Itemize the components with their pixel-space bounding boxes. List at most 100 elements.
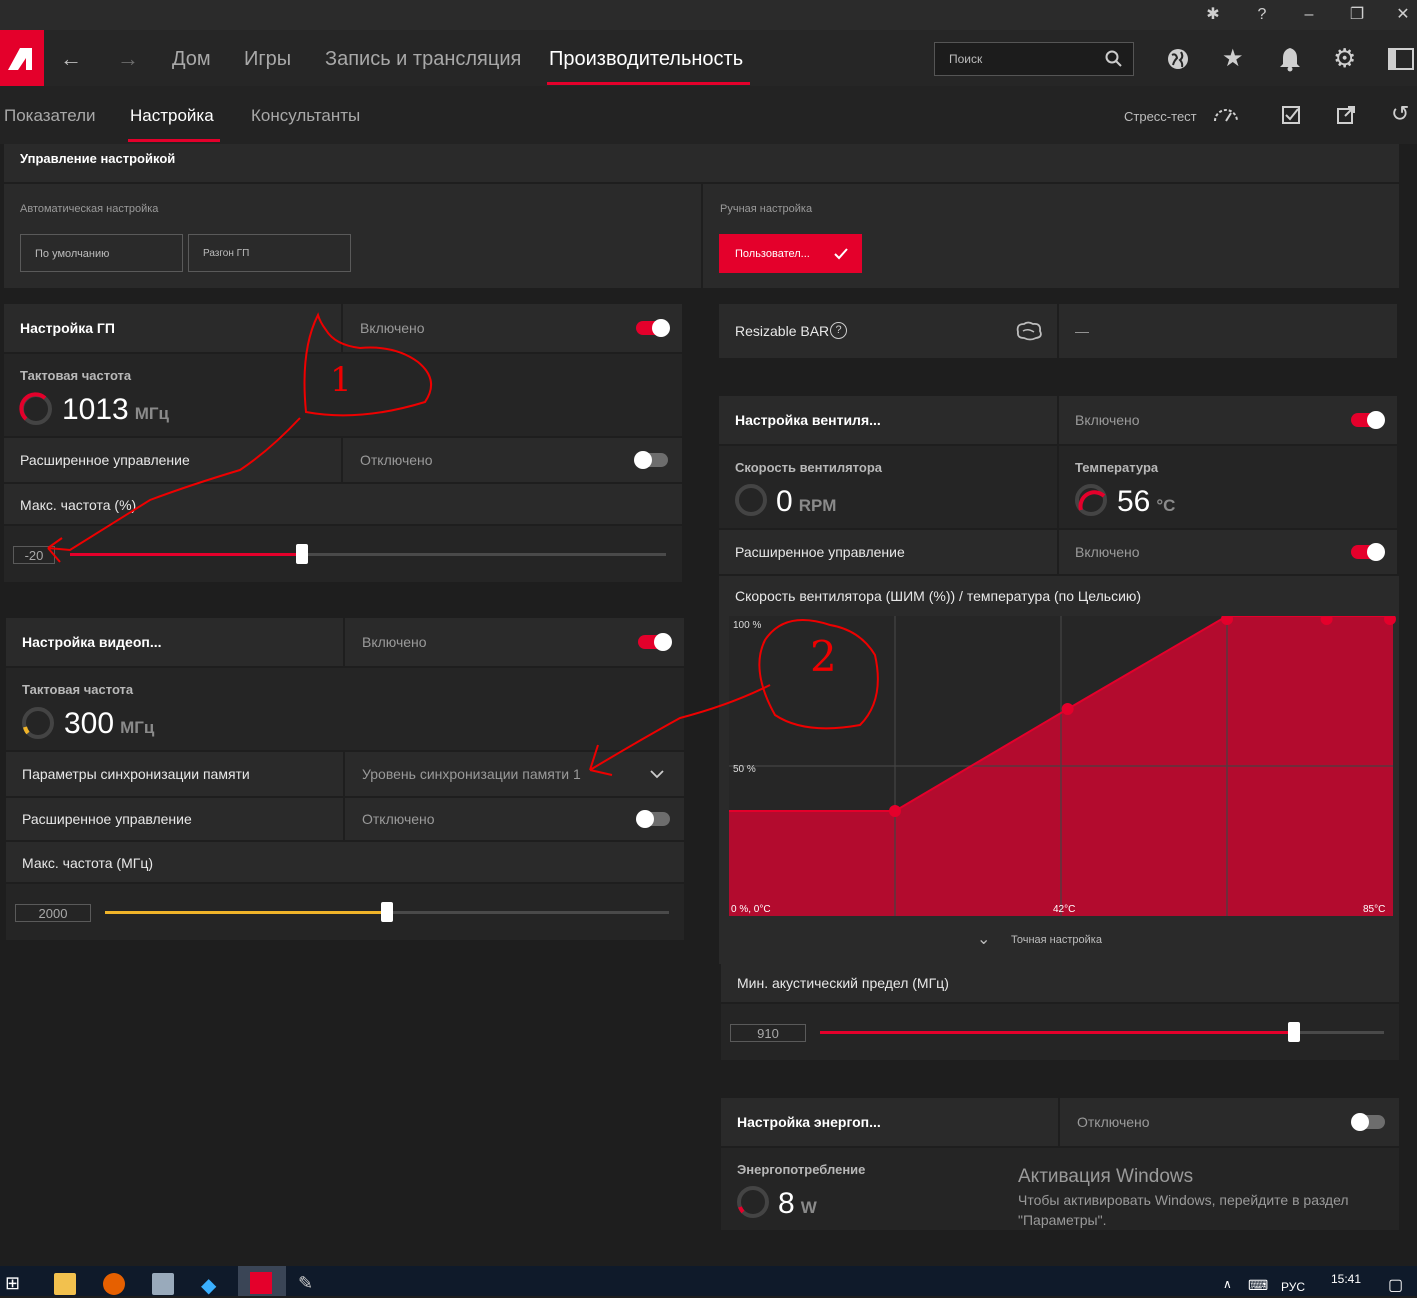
nav-record-stream[interactable]: Запись и трансляция	[325, 48, 521, 71]
star-icon[interactable]: ★	[1222, 44, 1244, 73]
nav-games[interactable]: Игры	[244, 48, 291, 71]
bug-report-icon[interactable]: ✱	[1202, 4, 1224, 26]
gpu-tuning-status: Включено	[360, 320, 425, 336]
amd-logo[interactable]	[0, 30, 44, 86]
gpu-max-freq-thumb[interactable]	[296, 544, 309, 564]
gpu-max-freq-fill	[70, 553, 303, 556]
minimize-icon[interactable]: –	[1298, 4, 1320, 26]
acoustic-limit-thumb[interactable]	[1287, 1022, 1300, 1042]
tuning-control-title: Управление настройкой	[20, 151, 176, 166]
power-value-row: 8W	[778, 1187, 817, 1221]
temperature-panel	[1059, 446, 1397, 528]
language-indicator[interactable]: РУС	[1281, 1280, 1305, 1294]
vram-advanced-label: Расширенное управление	[22, 811, 192, 827]
power-tuning-toggle[interactable]	[1351, 1113, 1385, 1131]
paint-icon[interactable]: ✎	[298, 1273, 320, 1295]
vram-max-freq-track[interactable]	[105, 902, 669, 922]
power-unit: W	[800, 1198, 817, 1217]
gpu-clock-value-row: 1013 МГц	[62, 393, 169, 427]
fan-speed-value: 0	[776, 485, 793, 518]
gpu-max-freq-label: Макс. частота (%)	[20, 497, 137, 513]
app-icon[interactable]	[152, 1273, 174, 1295]
gauge-icon[interactable]	[1212, 105, 1240, 123]
sidebar-toggle-icon[interactable]	[1388, 48, 1414, 70]
gpu-advanced-toggle[interactable]	[634, 451, 668, 469]
acoustic-limit-value[interactable]: 910	[730, 1024, 806, 1042]
auto-tuning-label: Автоматическая настройка	[20, 203, 159, 215]
temperature-value: 56	[1117, 485, 1151, 518]
brain-icon	[1016, 321, 1042, 341]
reset-icon[interactable]: ↺	[1391, 101, 1409, 127]
export-icon[interactable]	[1336, 105, 1356, 125]
chevron-down-icon[interactable]	[650, 769, 664, 779]
acoustic-limit-track[interactable]	[820, 1022, 1384, 1042]
fan-advanced-label: Расширенное управление	[735, 544, 905, 560]
file-explorer-icon[interactable]	[54, 1273, 76, 1295]
diamond-icon[interactable]: ◆	[201, 1273, 223, 1297]
notification-icon[interactable]: ▢	[1388, 1275, 1403, 1295]
firefox-icon[interactable]	[103, 1273, 125, 1295]
gpu-max-freq-track[interactable]	[70, 544, 666, 564]
default-button[interactable]: По умолчанию	[20, 234, 183, 272]
restore-icon[interactable]: ❐	[1346, 4, 1368, 26]
manual-tuning-label: Ручная настройка	[720, 203, 813, 215]
fine-tune-label[interactable]: Точная настройка	[1011, 934, 1102, 946]
gpu-advanced-label: Расширенное управление	[20, 452, 190, 468]
acoustic-limit-fill	[820, 1031, 1294, 1034]
tab-tuning[interactable]: Настройка	[130, 106, 214, 126]
forward-arrow-icon[interactable]: →	[117, 46, 139, 72]
windows-start-icon[interactable]: ⊞	[5, 1273, 27, 1295]
custom-button[interactable]: Пользовател...	[719, 234, 862, 273]
back-arrow-icon[interactable]: ←	[60, 46, 82, 72]
vram-tuning-toggle[interactable]	[638, 633, 672, 651]
fan-speed-panel	[719, 446, 1057, 528]
amd-taskbar-active[interactable]	[238, 1266, 286, 1296]
globe-icon[interactable]	[1166, 47, 1190, 71]
vram-advanced-toggle[interactable]	[636, 810, 670, 828]
gpu-tuning-toggle[interactable]	[636, 319, 670, 337]
vram-max-freq-value[interactable]: 2000	[15, 904, 91, 922]
vram-tuning-status: Включено	[362, 634, 427, 650]
fan-curve-point[interactable]	[889, 805, 901, 817]
apply-icon[interactable]	[1281, 105, 1301, 125]
tuning-control-header	[4, 144, 1399, 182]
gear-icon[interactable]: ⚙	[1333, 43, 1356, 74]
vram-max-freq-thumb[interactable]	[381, 902, 393, 922]
chevron-down-icon[interactable]: ⌄	[977, 929, 990, 949]
fan-tuning-toggle[interactable]	[1351, 411, 1385, 429]
activation-title: Активация Windows	[1018, 1166, 1194, 1187]
vram-clock-value: 300	[64, 707, 115, 740]
nav-home[interactable]: Дом	[172, 48, 211, 71]
search-icon[interactable]	[1105, 50, 1123, 68]
power-tuning-status: Отключено	[1077, 1114, 1150, 1130]
fan-speed-gauge-icon	[735, 484, 767, 516]
tab-metrics[interactable]: Показатели	[4, 106, 96, 126]
temperature-value-row: 56 °C	[1117, 485, 1175, 519]
power-gauge-icon	[737, 1186, 769, 1218]
fan-tuning-status: Включено	[1075, 412, 1140, 428]
help-icon[interactable]: ?	[1251, 4, 1273, 26]
x-tick-label: 85°C	[1363, 904, 1385, 915]
stress-test-label[interactable]: Стресс-тест	[1124, 109, 1197, 124]
keyboard-icon[interactable]: ⌨	[1248, 1277, 1268, 1294]
close-icon[interactable]: ✕	[1392, 4, 1414, 26]
x-tick-label: 42°C	[1053, 904, 1075, 915]
fan-advanced-toggle[interactable]	[1351, 543, 1385, 561]
nav-performance[interactable]: Производительность	[549, 48, 743, 71]
gpu-clock-title: Тактовая частота	[20, 368, 132, 383]
clock-time[interactable]: 15:41	[1331, 1272, 1361, 1286]
gpu-overclock-button[interactable]: Разгон ГП	[188, 234, 351, 272]
search-box[interactable]: Поиск	[934, 42, 1134, 76]
search-placeholder: Поиск	[949, 52, 983, 66]
fan-speed-title: Скорость вентилятора	[735, 460, 882, 475]
amd-taskbar-icon	[250, 1272, 272, 1294]
vram-clock-title: Тактовая частота	[22, 682, 134, 697]
tray-chevron-icon[interactable]: ∧	[1223, 1277, 1232, 1291]
help-circle-icon[interactable]: ?	[830, 322, 847, 339]
fan-curve-point[interactable]	[1061, 703, 1074, 715]
tab-advisors[interactable]: Консультанты	[251, 106, 360, 126]
bell-icon[interactable]	[1278, 46, 1302, 72]
vram-clock-unit: МГц	[120, 718, 155, 737]
temperature-gauge-icon	[1075, 484, 1107, 516]
gpu-max-freq-value[interactable]: -20	[13, 546, 55, 564]
